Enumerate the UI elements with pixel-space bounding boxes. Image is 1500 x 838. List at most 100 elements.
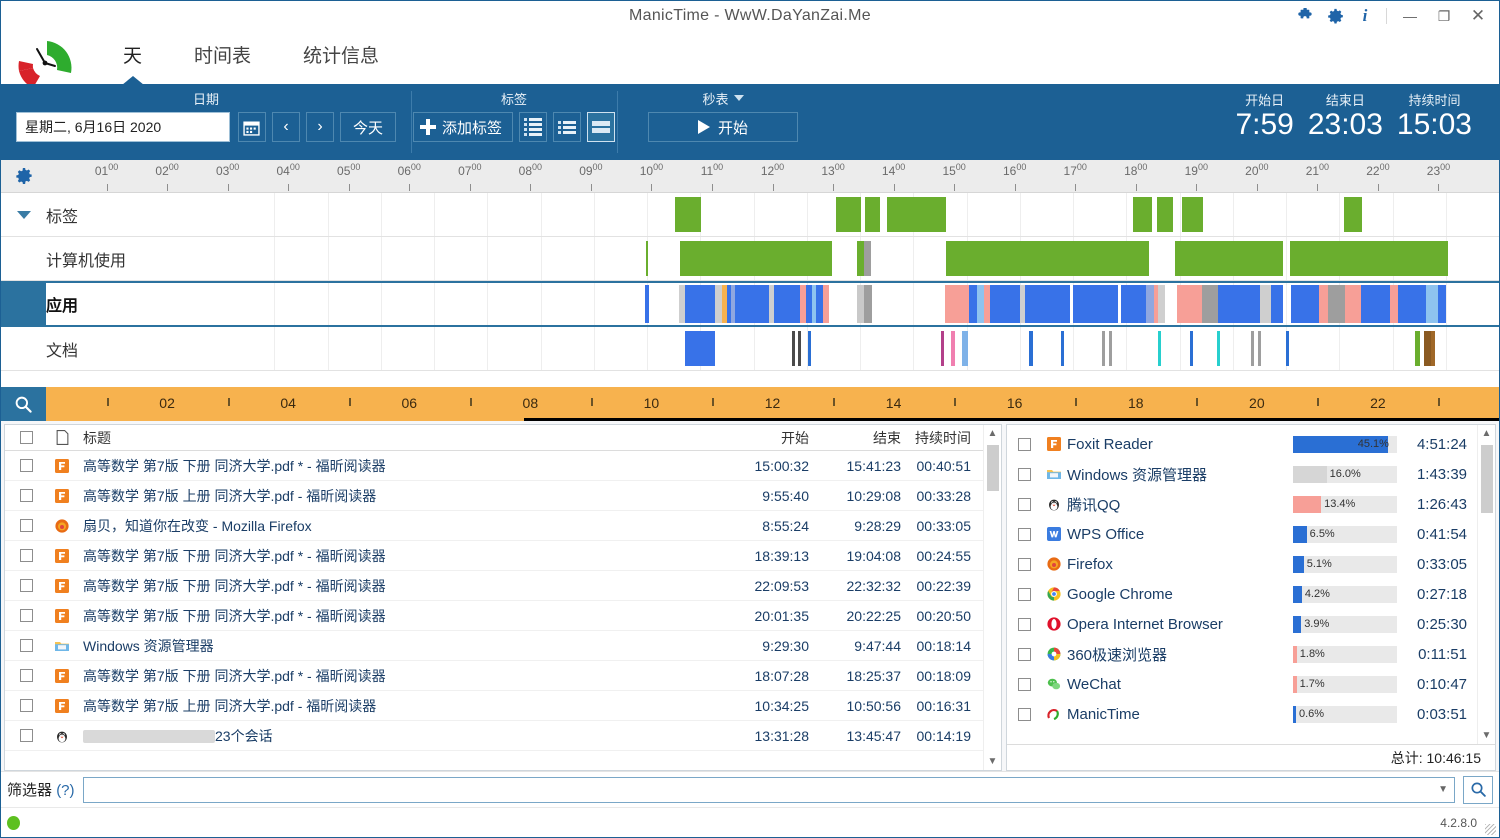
row-checkbox[interactable]	[5, 729, 47, 742]
timeline-segment[interactable]	[1061, 331, 1065, 366]
timeline-segment[interactable]	[1319, 285, 1328, 323]
next-day-button[interactable]: ›	[305, 112, 334, 142]
timeline-segment[interactable]	[1102, 331, 1105, 366]
timeline-segment[interactable]	[1201, 285, 1218, 323]
filter-help-link[interactable]: (?)	[56, 782, 74, 799]
list-item[interactable]: Google Chrome 4.2% 0:27:18	[1007, 579, 1477, 609]
app-checkbox[interactable]	[1007, 647, 1041, 661]
timeline-segment[interactable]	[950, 331, 955, 366]
tab-statistics[interactable]: 统计信息	[277, 31, 405, 84]
timeline-segment[interactable]	[1291, 285, 1319, 323]
timeline-segment[interactable]	[836, 197, 862, 232]
view-mode-compact-button[interactable]	[553, 112, 581, 142]
timeline-segment[interactable]	[1146, 285, 1154, 323]
timeline-segment[interactable]	[1182, 197, 1204, 232]
overview-selection-range[interactable]	[524, 418, 1499, 421]
table-row[interactable]: 高等数学 第7版 上册 同济大学.pdf - 福昕阅读器 9:55:40 10:29…	[5, 481, 983, 511]
filter-search-button[interactable]	[1463, 775, 1493, 804]
app-checkbox[interactable]	[1007, 677, 1041, 691]
timeline-segment[interactable]	[685, 285, 716, 323]
app-checkbox[interactable]	[1007, 467, 1041, 481]
today-button[interactable]: 今天	[339, 112, 396, 142]
list-item[interactable]: 腾讯QQ 13.4% 1:26:43	[1007, 489, 1477, 519]
scroll-down-icon[interactable]: ▼	[988, 756, 998, 767]
timeline-segment[interactable]	[1343, 197, 1362, 232]
timeline-segment[interactable]	[1327, 285, 1345, 323]
gear-icon[interactable]	[1320, 2, 1350, 30]
list-item[interactable]: Foxit Reader 45.1% 4:51:24	[1007, 429, 1477, 459]
timeline-segment[interactable]	[857, 285, 865, 323]
row-checkbox[interactable]	[5, 639, 47, 652]
timeline-segment[interactable]	[680, 241, 833, 276]
view-mode-large-button[interactable]	[587, 112, 615, 142]
timeline-track-0[interactable]: 标签	[1, 193, 1499, 237]
timeline-segment[interactable]	[1290, 241, 1449, 276]
timeline-segment[interactable]	[945, 285, 970, 323]
app-checkbox[interactable]	[1007, 437, 1041, 451]
filter-input[interactable]: ▼	[82, 776, 1455, 803]
track-bars[interactable]	[221, 327, 1499, 370]
timeline-segment[interactable]	[1414, 331, 1421, 366]
chevron-down-icon[interactable]: ▼	[1438, 784, 1448, 795]
timeline-segment[interactable]	[1258, 331, 1262, 366]
timeline-segment[interactable]	[773, 285, 801, 323]
timeline-segment[interactable]	[983, 285, 991, 323]
timeline-segment[interactable]	[857, 241, 865, 276]
timeline-segment[interactable]	[735, 285, 770, 323]
timeline-track-1[interactable]: 计算机使用	[1, 237, 1499, 281]
track-bars[interactable]	[221, 193, 1499, 236]
puzzle-icon[interactable]	[1290, 2, 1320, 30]
list-item[interactable]: WeChat 1.7% 0:10:47	[1007, 669, 1477, 699]
row-checkbox[interactable]	[5, 609, 47, 622]
stopwatch-group-label[interactable]: 秒表	[702, 90, 744, 107]
app-checkbox[interactable]	[1007, 527, 1041, 541]
info-icon[interactable]: i	[1350, 2, 1380, 30]
timeline-segment[interactable]	[1217, 285, 1261, 323]
minimize-button[interactable]: —	[1393, 2, 1427, 30]
timeline-segment[interactable]	[1157, 197, 1174, 232]
scroll-down-icon[interactable]: ▼	[1482, 730, 1492, 741]
list-item[interactable]: WPS Office 6.5% 0:41:54	[1007, 519, 1477, 549]
list-item[interactable]: Firefox 5.1% 0:33:05	[1007, 549, 1477, 579]
scroll-up-icon[interactable]: ▲	[988, 428, 998, 439]
timeline-segment[interactable]	[1190, 331, 1194, 366]
list-item[interactable]: 360极速浏览器 1.8% 0:11:51	[1007, 639, 1477, 669]
app-checkbox[interactable]	[1007, 617, 1041, 631]
track-bars[interactable]	[221, 283, 1499, 325]
timeline-track-3[interactable]: 文档	[1, 327, 1499, 371]
tab-day[interactable]: 天	[97, 31, 168, 84]
track-bars[interactable]	[221, 237, 1499, 280]
column-title[interactable]: 标题	[77, 428, 717, 448]
column-start[interactable]: 开始	[717, 428, 809, 448]
row-checkbox[interactable]	[5, 549, 47, 562]
timeline-segment[interactable]	[1120, 285, 1147, 323]
column-duration[interactable]: 持续时间	[901, 428, 983, 448]
filter-text-field[interactable]	[87, 781, 1450, 798]
view-mode-detailed-button[interactable]	[519, 112, 547, 142]
timeline-segment[interactable]	[962, 331, 968, 366]
timeline-segment[interactable]	[1216, 331, 1220, 366]
timeline-segment[interactable]	[1389, 285, 1398, 323]
timeline-segment[interactable]	[1158, 331, 1162, 366]
timeline-segment[interactable]	[1029, 331, 1033, 366]
overview-scrollbar[interactable]: 02 04 06 08 10 12 14 16 18 20 22	[46, 387, 1499, 421]
timeline-segment[interactable]	[969, 285, 978, 323]
maximize-button[interactable]: ❐	[1427, 2, 1461, 30]
calendar-icon[interactable]	[237, 112, 266, 142]
app-checkbox[interactable]	[1007, 707, 1041, 721]
app-checkbox[interactable]	[1007, 587, 1041, 601]
timeline-segment[interactable]	[1175, 241, 1284, 276]
applications-scrollbar[interactable]: ▲ ▼	[1477, 425, 1495, 744]
table-row[interactable]: Windows 资源管理器 9:29:30 9:47:44 00:18:14	[5, 631, 983, 661]
timeline-segment[interactable]	[886, 197, 947, 232]
app-checkbox[interactable]	[1007, 497, 1041, 511]
timeline-segment[interactable]	[865, 197, 881, 232]
row-checkbox[interactable]	[5, 669, 47, 682]
timeline-segment[interactable]	[1286, 331, 1289, 366]
scrollbar-thumb[interactable]	[987, 445, 999, 491]
timeline-settings-gear-icon[interactable]	[1, 160, 46, 192]
row-checkbox[interactable]	[5, 489, 47, 502]
search-icon[interactable]	[1, 387, 46, 421]
timeline-segment[interactable]	[940, 331, 945, 366]
date-input[interactable]: 星期二, 6月16日 2020	[15, 112, 230, 142]
